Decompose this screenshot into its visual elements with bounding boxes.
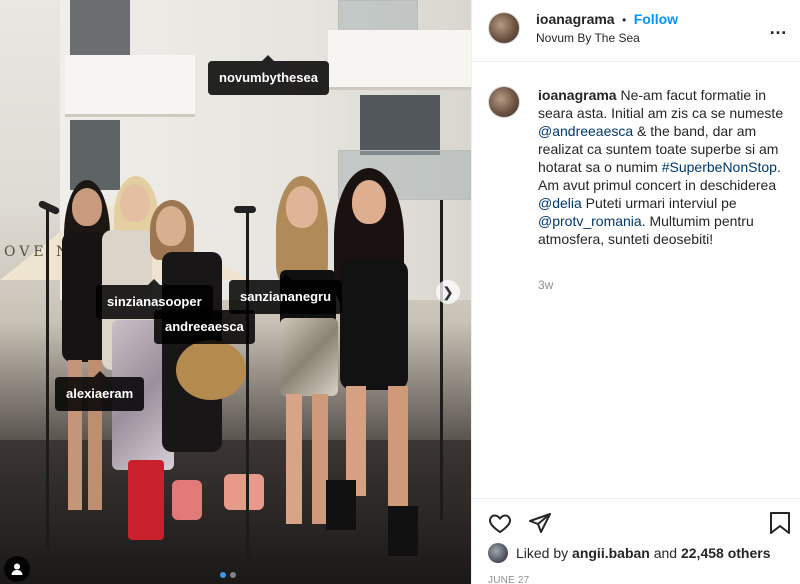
like-button[interactable] bbox=[488, 511, 512, 540]
carousel-dot bbox=[220, 572, 226, 578]
user-tag-alexiaeram[interactable]: alexiaeram bbox=[55, 371, 145, 411]
liked-by-and: and bbox=[653, 545, 678, 561]
chevron-right-icon: ❯ bbox=[442, 284, 454, 300]
mic-stand bbox=[246, 212, 249, 572]
window bbox=[360, 95, 440, 155]
caption-body: Ne-am facut formatie in seara asta. Init… bbox=[538, 87, 783, 247]
heart-icon bbox=[489, 514, 511, 534]
user-tag-andreeaesca[interactable]: andreeaesca bbox=[154, 304, 255, 344]
post-header: ioanagrama • Follow Novum By The Sea … bbox=[472, 0, 800, 62]
separator-dot: • bbox=[622, 13, 627, 27]
caption-text: ioanagrama Ne-am facut formatie in seara… bbox=[538, 86, 788, 248]
likes-others[interactable]: 22,458 others bbox=[681, 545, 771, 561]
caption-username[interactable]: ioanagrama bbox=[538, 87, 617, 103]
author-avatar[interactable] bbox=[488, 12, 520, 44]
follow-button[interactable]: Follow bbox=[634, 11, 678, 27]
post-photo[interactable]: OVE N DEP bbox=[0, 0, 471, 584]
caption-segment: Puteti urmari interviul pe bbox=[581, 195, 737, 211]
likes-summary: Liked by angii.baban and 22,458 others bbox=[488, 543, 770, 563]
microphone bbox=[234, 206, 256, 213]
acoustic-guitar bbox=[176, 340, 246, 400]
save-button[interactable] bbox=[769, 511, 791, 540]
caption-link[interactable]: @delia bbox=[538, 195, 582, 211]
window bbox=[70, 120, 120, 190]
more-options-button[interactable]: … bbox=[769, 18, 788, 39]
carousel-next-button[interactable]: ❯ bbox=[436, 280, 460, 304]
caption-author-avatar[interactable] bbox=[488, 86, 520, 118]
more-horizontal-icon: … bbox=[769, 18, 788, 38]
balcony bbox=[65, 55, 195, 117]
post-side-panel: ioanagrama • Follow Novum By The Sea … i… bbox=[471, 0, 800, 584]
author-username[interactable]: ioanagrama bbox=[536, 11, 615, 27]
post-date[interactable]: JUNE 27 bbox=[488, 575, 529, 584]
balcony bbox=[328, 30, 471, 90]
liked-by-prefix: Liked by bbox=[516, 545, 569, 561]
caption-timestamp[interactable]: 3w bbox=[538, 278, 553, 292]
liker-avatar bbox=[488, 543, 508, 563]
carousel-dot bbox=[230, 572, 236, 578]
share-button[interactable] bbox=[528, 511, 552, 540]
show-tags-button[interactable] bbox=[4, 556, 30, 582]
post-actions: Liked by angii.baban and 22,458 others J… bbox=[472, 498, 800, 584]
send-icon bbox=[529, 513, 551, 533]
user-tag-novumbythesea[interactable]: novumbythesea bbox=[208, 55, 329, 95]
caption-link[interactable]: @protv_romania bbox=[538, 213, 642, 229]
author-line: ioanagrama • Follow bbox=[536, 11, 678, 29]
user-tag-sanzianagru[interactable]: sanziananegru bbox=[229, 274, 343, 314]
mic-stand bbox=[46, 210, 49, 550]
post-location[interactable]: Novum By The Sea bbox=[536, 31, 640, 45]
carousel-indicator bbox=[220, 572, 236, 578]
liked-by-user[interactable]: angii.baban bbox=[572, 545, 650, 561]
microphone bbox=[37, 199, 61, 216]
caption-link[interactable]: @andreeaesca bbox=[538, 123, 633, 139]
bookmark-icon bbox=[770, 512, 790, 534]
caption-link[interactable]: #SuperbeNonStop bbox=[662, 159, 777, 175]
user-icon bbox=[11, 563, 23, 575]
mic-stand bbox=[440, 200, 443, 520]
